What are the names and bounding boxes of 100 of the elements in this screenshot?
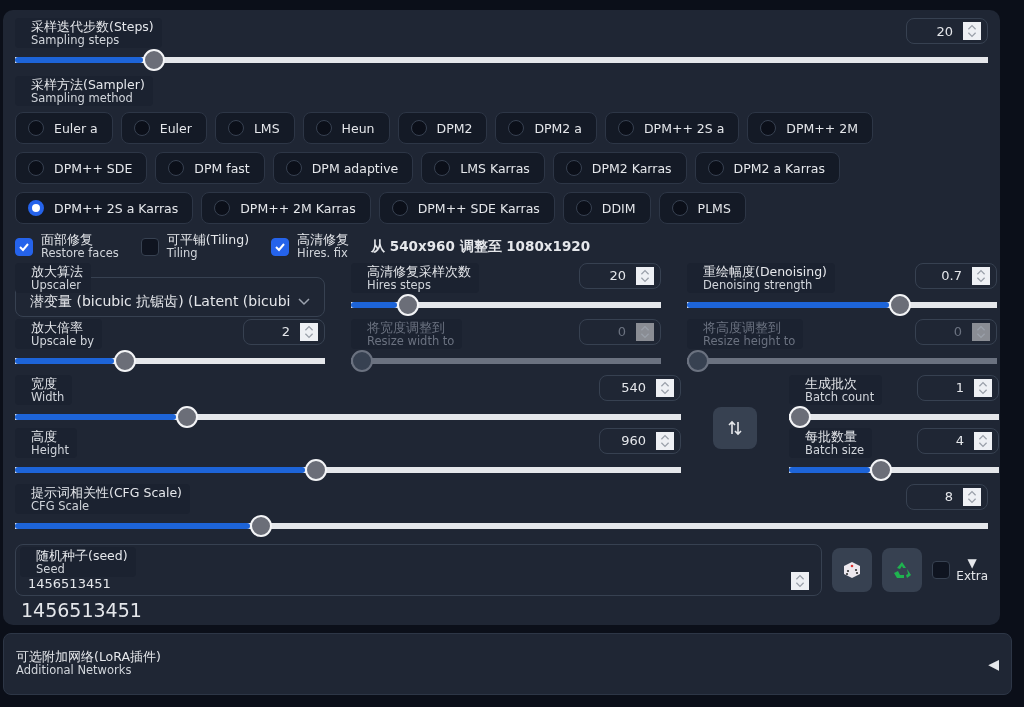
dropdown-label: 放大算法 [31,264,83,279]
sampler-option[interactable]: DPM2 [397,112,488,145]
slider-sublabel: Upscale by [31,334,95,348]
random-seed-button[interactable] [832,547,873,592]
accordion-subtitle: Additional Networks [16,664,133,678]
slider-sublabel: Batch count [805,390,875,404]
spinner-icon[interactable] [300,321,318,342]
number-field[interactable]: 4 [917,427,999,454]
slider-label: 宽度 [31,376,58,391]
dropdown-sublabel: Upscaler [31,278,82,292]
sampler-option[interactable]: DPM2 a [495,112,597,145]
radio-icon [168,160,185,177]
number-field[interactable]: 2 [243,318,325,345]
slider-track[interactable] [789,405,999,428]
slider-label: 重绘幅度(Denoising) [703,264,827,279]
radio-icon [28,160,44,177]
slider-sublabel: Resize height to [703,334,796,348]
number-field[interactable]: 20 [906,18,988,44]
expand-arrow: ▼ [967,556,977,570]
sampler-option[interactable]: DPM++ SDE Karras [378,192,555,225]
seed-field[interactable]: 1456513451 随机种子(seed) Seed [15,543,823,596]
radio-icon [575,200,592,217]
number-field[interactable]: 540 [599,374,681,401]
spinner-icon[interactable] [636,265,654,286]
sampler-option[interactable]: DPM adaptive [272,152,414,185]
swap-arrows-icon [727,419,743,436]
accordion-header[interactable]: 可选附加网络(LoRA插件) Additional Networks ◀ [3,632,1012,695]
sampler-option[interactable]: DPM2 Karras [552,152,687,185]
checkbox[interactable] [15,237,33,256]
sampler-option[interactable]: DPM++ 2S a Karras [15,192,194,225]
hires-info-text: 从 540x960 调整至 1080x1920 [371,237,591,256]
slider-label: 放大倍率 [31,320,84,335]
reuse-seed-button[interactable] [882,547,923,592]
sampler-option[interactable]: DPM fast [155,152,265,185]
slider-label: 提示词相关性(CFG Scale) [31,485,182,500]
sampler-option[interactable]: DPM++ 2M [747,112,873,145]
sampler-sublabel: Sampling method [31,91,133,105]
checkbox[interactable] [271,237,290,256]
slider-label: 生成批次 [805,376,858,391]
radio-icon [508,120,525,137]
checkbox-label: 高清修复 [297,233,350,248]
sampler-option[interactable]: DPM2 a Karras [694,152,840,185]
spinner-icon[interactable] [974,430,992,451]
slider-sublabel: Sampling steps [31,33,120,47]
number-field[interactable]: 20 [579,262,661,289]
slider-track[interactable] [687,293,997,316]
number-field[interactable]: 1 [917,374,999,401]
sampler-option[interactable]: Heun [302,112,390,145]
spinner-icon[interactable] [656,377,674,398]
sampler-option[interactable]: LMS [214,112,295,145]
checkbox[interactable] [140,237,159,256]
slider-label: 高清修复采样次数 [367,264,471,279]
slider-sublabel: CFG Scale [31,499,90,513]
collapse-arrow: ◀ [988,655,999,672]
spinner-icon[interactable] [963,21,981,41]
radio-icon [285,160,302,177]
radio-icon [133,120,150,137]
sampler-option[interactable]: DPM++ 2S a [604,112,740,145]
checkbox-sublabel: Restore faces [41,247,119,260]
sampler-option[interactable]: PLMS [658,192,746,225]
slider-label: 将高度调整到 [703,320,782,335]
radio-icon [707,160,724,177]
dice-icon [842,559,863,580]
seed-label: 随机种子(seed) [36,548,128,563]
sampler-option[interactable]: DDIM [562,192,651,225]
radio-icon [315,120,332,137]
slider-label: 将宽度调整到 [367,320,446,335]
checkbox[interactable] [932,560,951,579]
radio-icon [671,200,688,217]
slider-label: 每批数量 [805,429,858,444]
extra-label: Extra [956,569,988,583]
chevron-icon [298,297,310,306]
slider-track[interactable] [687,349,997,372]
accordion-title: 可选附加网络(LoRA插件) [16,650,161,664]
sampler-option[interactable]: Euler a [15,112,113,145]
spinner-icon[interactable] [791,570,810,591]
spinner-icon[interactable] [656,430,674,451]
slider-sublabel: Denoising strength [703,278,813,292]
checkbox-label: 可平铺(Tiling) [166,233,250,248]
radio-icon [391,200,408,217]
number-field[interactable]: 8 [906,483,988,510]
slider-sublabel: Batch size [805,443,864,457]
slider-fill [351,301,398,308]
slider-label: 高度 [31,429,58,444]
checkbox-sublabel: Tiling [166,247,199,260]
sampler-option[interactable]: DPM++ SDE [15,152,148,185]
slider-sublabel: Width [31,390,65,404]
sampler-option[interactable]: Euler [120,112,207,145]
number-field[interactable]: 960 [599,427,681,454]
radio-icon [410,120,427,137]
sampler-option[interactable]: DPM++ 2M Karras [201,192,371,225]
swap-button[interactable] [713,406,757,449]
spinner-icon[interactable] [972,265,990,286]
seed-sublabel: Seed [36,562,65,576]
radio-icon [617,120,634,137]
spinner-icon[interactable] [963,486,981,507]
number-field[interactable]: 0.7 [915,262,997,289]
radio-icon [565,160,582,177]
spinner-icon[interactable] [974,377,992,398]
sampler-option[interactable]: LMS Karras [421,152,545,185]
